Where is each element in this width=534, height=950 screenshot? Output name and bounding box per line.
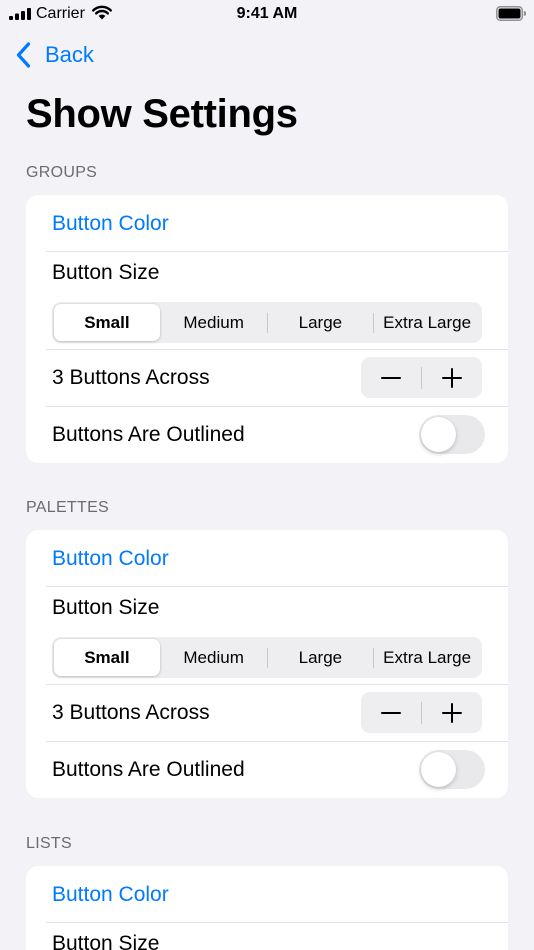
buttons-outlined-label: Buttons Are Outlined (52, 423, 245, 446)
button-size-segmented-control: Small Medium Large Extra Large (52, 637, 482, 678)
buttons-outlined-row: Buttons Are Outlined (26, 742, 508, 798)
segment-medium[interactable]: Medium (161, 304, 267, 341)
decrement-button[interactable] (361, 692, 421, 733)
back-button[interactable]: Back (16, 40, 94, 70)
buttons-outlined-toggle[interactable] (419, 750, 485, 789)
plus-icon (442, 367, 462, 388)
button-size-segmented-control: Small Medium Large Extra Large (52, 302, 482, 343)
plus-icon (442, 702, 462, 723)
button-size-label: Button Size (52, 932, 160, 950)
button-color-link[interactable]: Button Color (52, 211, 169, 237)
buttons-across-stepper (361, 692, 482, 733)
segment-extra-large[interactable]: Extra Large (374, 639, 480, 676)
button-color-link[interactable]: Button Color (52, 546, 169, 572)
buttons-across-label: 3 Buttons Across (52, 366, 210, 389)
back-label: Back (45, 42, 94, 67)
status-time: 9:41 AM (236, 5, 298, 22)
segment-small[interactable]: Small (54, 304, 160, 341)
minus-icon (381, 376, 401, 379)
settings-card-palettes: Button Color Button Size Small Medium La… (26, 530, 508, 798)
decrement-button[interactable] (361, 357, 421, 398)
buttons-across-row: 3 Buttons Across (26, 350, 508, 406)
increment-button[interactable] (422, 357, 482, 398)
settings-card-groups: Button Color Button Size Small Medium La… (26, 195, 508, 463)
button-size-label: Button Size (52, 261, 160, 284)
buttons-outlined-toggle[interactable] (419, 415, 485, 454)
buttons-outlined-row: Buttons Are Outlined (26, 407, 508, 463)
button-color-row[interactable]: Button Color (26, 866, 508, 922)
toggle-knob (421, 752, 456, 787)
button-color-row[interactable]: Button Color (26, 195, 508, 251)
segment-extra-large[interactable]: Extra Large (374, 304, 480, 341)
settings-card-lists: Button Color Button Size (26, 866, 508, 950)
buttons-across-stepper (361, 357, 482, 398)
section-header-groups: GROUPS (26, 164, 98, 181)
button-size-row: Button Size (26, 923, 508, 950)
buttons-across-label: 3 Buttons Across (52, 701, 210, 724)
minus-icon (381, 711, 401, 714)
increment-button[interactable] (422, 692, 482, 733)
buttons-outlined-label: Buttons Are Outlined (52, 758, 245, 781)
section-header-lists: LISTS (26, 835, 72, 852)
button-size-row: Button Size (26, 252, 508, 298)
status-bar: Carrier 9:41 AM (0, 0, 534, 28)
button-size-row: Button Size (26, 587, 508, 633)
button-color-link[interactable]: Button Color (52, 882, 169, 908)
segment-large[interactable]: Large (268, 304, 374, 341)
chevron-left-icon (16, 42, 31, 68)
segment-large[interactable]: Large (268, 639, 374, 676)
button-color-row[interactable]: Button Color (26, 530, 508, 586)
toggle-knob (421, 417, 456, 452)
button-size-label: Button Size (52, 596, 160, 619)
section-header-palettes: PALETTES (26, 499, 110, 516)
segment-medium[interactable]: Medium (161, 639, 267, 676)
page-title: Show Settings (26, 92, 298, 136)
buttons-across-row: 3 Buttons Across (26, 685, 508, 741)
battery-icon (496, 6, 526, 21)
segment-small[interactable]: Small (54, 639, 160, 676)
